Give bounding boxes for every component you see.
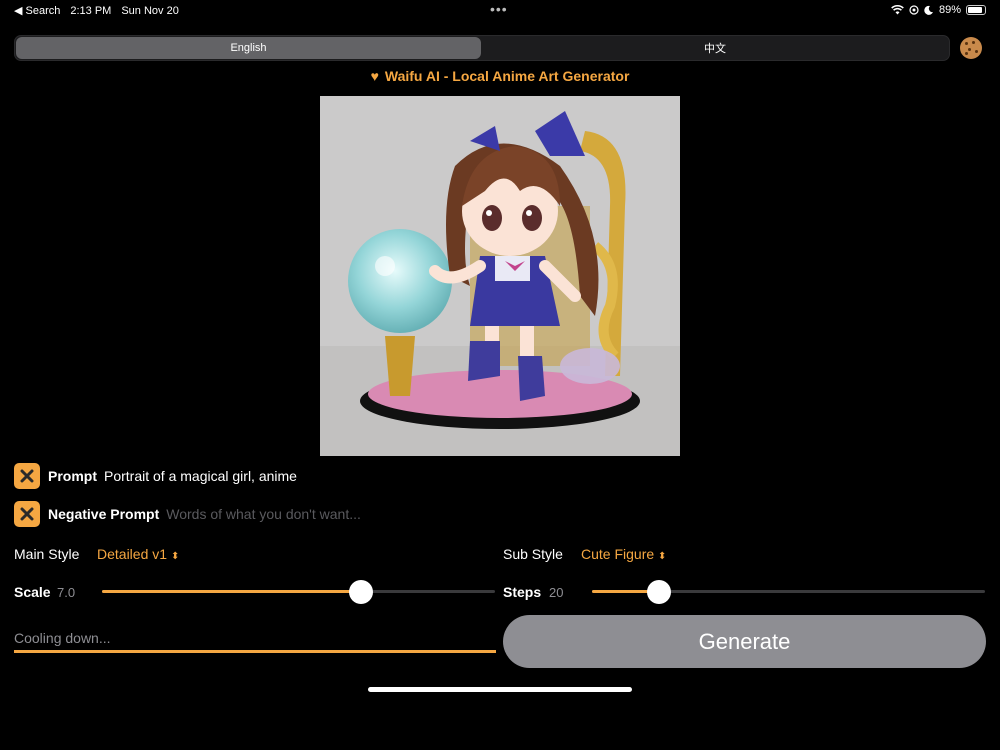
clear-prompt-button[interactable] bbox=[14, 463, 40, 489]
clear-negative-prompt-button[interactable] bbox=[14, 501, 40, 527]
sub-style-value: Cute Figure bbox=[581, 546, 655, 562]
cookie-icon[interactable] bbox=[960, 37, 982, 59]
prompt-input[interactable]: Portrait of a magical girl, anime bbox=[104, 468, 297, 484]
steps-value: 20 bbox=[549, 585, 564, 600]
steps-slider-thumb[interactable] bbox=[646, 580, 671, 604]
prompt-label: Prompt bbox=[48, 468, 97, 484]
language-segmented-control: English 中文 bbox=[14, 35, 950, 61]
scale-slider[interactable] bbox=[102, 580, 495, 604]
steps-slider[interactable] bbox=[592, 580, 985, 604]
scale-slider-thumb[interactable] bbox=[349, 580, 374, 604]
status-progress-line bbox=[14, 650, 496, 653]
status-bar: ◀ Search 2:13 PM Sun Nov 20 ••• 89% bbox=[0, 0, 1000, 22]
status-time: 2:13 PM bbox=[70, 4, 112, 17]
multitasking-dots[interactable]: ••• bbox=[490, 1, 508, 17]
orange-heart-icon: ♥ bbox=[370, 68, 379, 84]
chevron-up-down-icon: ⬍ bbox=[658, 551, 667, 562]
steps-label: Steps bbox=[503, 584, 542, 600]
status-date: Sun Nov 20 bbox=[121, 4, 179, 17]
app-title: ♥ Waifu AI - Local Anime Art Generator bbox=[0, 68, 1000, 84]
main-style-picker[interactable]: Detailed v1 ⬍ bbox=[97, 546, 179, 562]
close-icon bbox=[20, 507, 34, 521]
scale-label: Scale bbox=[14, 584, 51, 600]
wifi-icon bbox=[891, 5, 904, 15]
status-text: Cooling down... bbox=[14, 630, 111, 646]
generated-image bbox=[320, 96, 680, 456]
battery-icon bbox=[966, 5, 986, 15]
generate-button[interactable]: Generate bbox=[503, 615, 986, 668]
tab-english[interactable]: English bbox=[16, 37, 481, 59]
main-style-value: Detailed v1 bbox=[97, 546, 168, 562]
location-icon bbox=[909, 5, 919, 15]
prompt-row: Prompt Portrait of a magical girl, anime bbox=[14, 463, 297, 489]
close-icon bbox=[20, 469, 34, 483]
app-title-text: Waifu AI - Local Anime Art Generator bbox=[384, 68, 630, 84]
negative-prompt-label: Negative Prompt bbox=[48, 506, 160, 522]
negative-prompt-input[interactable]: Words of what you don't want... bbox=[166, 506, 361, 522]
tab-chinese[interactable]: 中文 bbox=[481, 37, 949, 59]
home-indicator[interactable] bbox=[368, 687, 632, 692]
moon-icon bbox=[924, 5, 933, 15]
battery-percentage: 89% bbox=[938, 4, 961, 16]
negative-prompt-row: Negative Prompt Words of what you don't … bbox=[14, 501, 361, 527]
sub-style-picker[interactable]: Cute Figure ⬍ bbox=[581, 546, 666, 562]
chevron-up-down-icon: ⬍ bbox=[170, 551, 180, 562]
main-style-label: Main Style bbox=[14, 546, 80, 562]
sub-style-label: Sub Style bbox=[503, 546, 563, 562]
scale-value: 7.0 bbox=[57, 585, 76, 600]
back-to-search-link[interactable]: ◀ Search bbox=[14, 4, 60, 17]
